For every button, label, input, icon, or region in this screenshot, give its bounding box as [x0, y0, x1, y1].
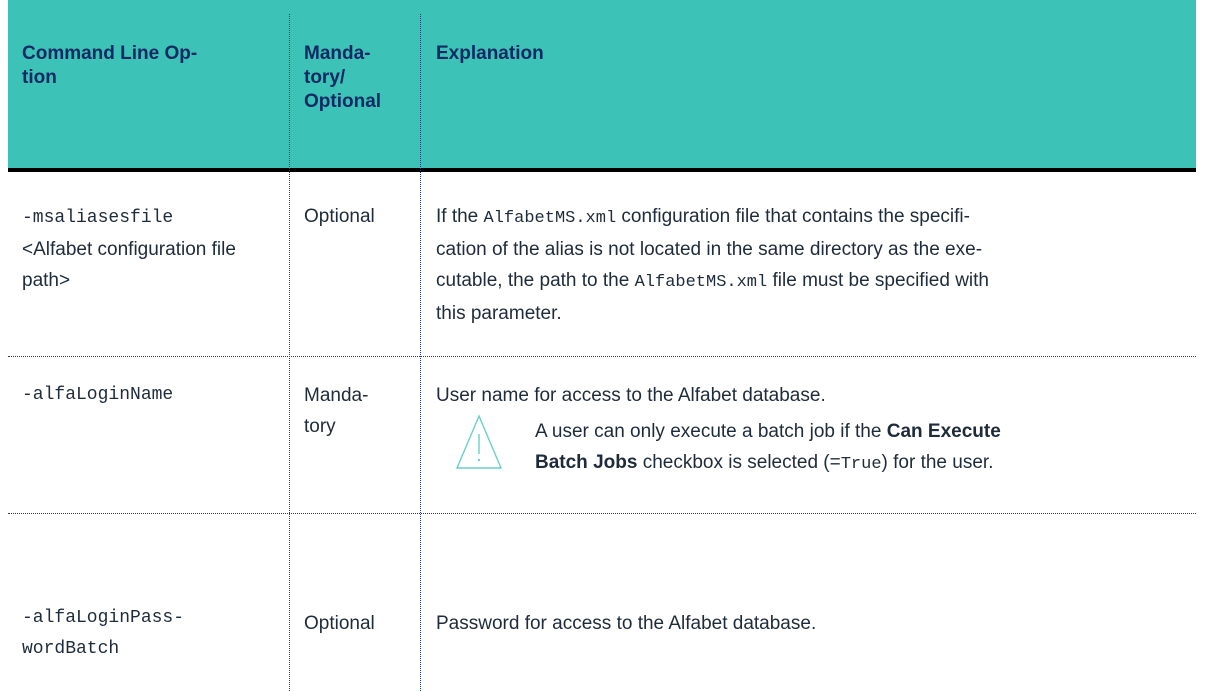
mandatory-alfaloginpasswordbatch: Optional: [304, 613, 375, 634]
command-line-options-table: Command Line Op- tion Manda- tory/ Optio…: [0, 0, 1206, 691]
option-alfaloginname: -alfaLoginName: [22, 385, 174, 405]
explanation-msaliasesfile: If the AlfabetMS.xml configuration file …: [436, 206, 989, 324]
column-separator: [289, 14, 290, 691]
column-separator: [420, 14, 421, 691]
header-rule: [8, 168, 1196, 172]
row-divider: [8, 513, 1196, 514]
warning-triangle-icon: [455, 414, 503, 469]
explanation-alfaloginpasswordbatch: Password for access to the Alfabet datab…: [436, 613, 817, 634]
header-command-line-option: Command Line Op- tion: [22, 43, 198, 88]
option-alfaloginpasswordbatch: -alfaLoginPass- wordBatch: [22, 608, 185, 659]
explanation-alfaloginname: User name for access to the Alfabet data…: [436, 385, 826, 406]
header-mandatory-optional: Manda- tory/ Optional: [304, 43, 382, 112]
row-divider: [8, 356, 1196, 357]
warning-note: A user can only execute a batch job if t…: [535, 421, 1001, 474]
option-msaliasesfile: -msaliasesfile <Alfabet configuration fi…: [22, 208, 236, 291]
header-explanation: Explanation: [436, 43, 544, 64]
mandatory-alfaloginname: Manda- tory: [304, 385, 369, 437]
mandatory-msaliasesfile: Optional: [304, 206, 375, 227]
